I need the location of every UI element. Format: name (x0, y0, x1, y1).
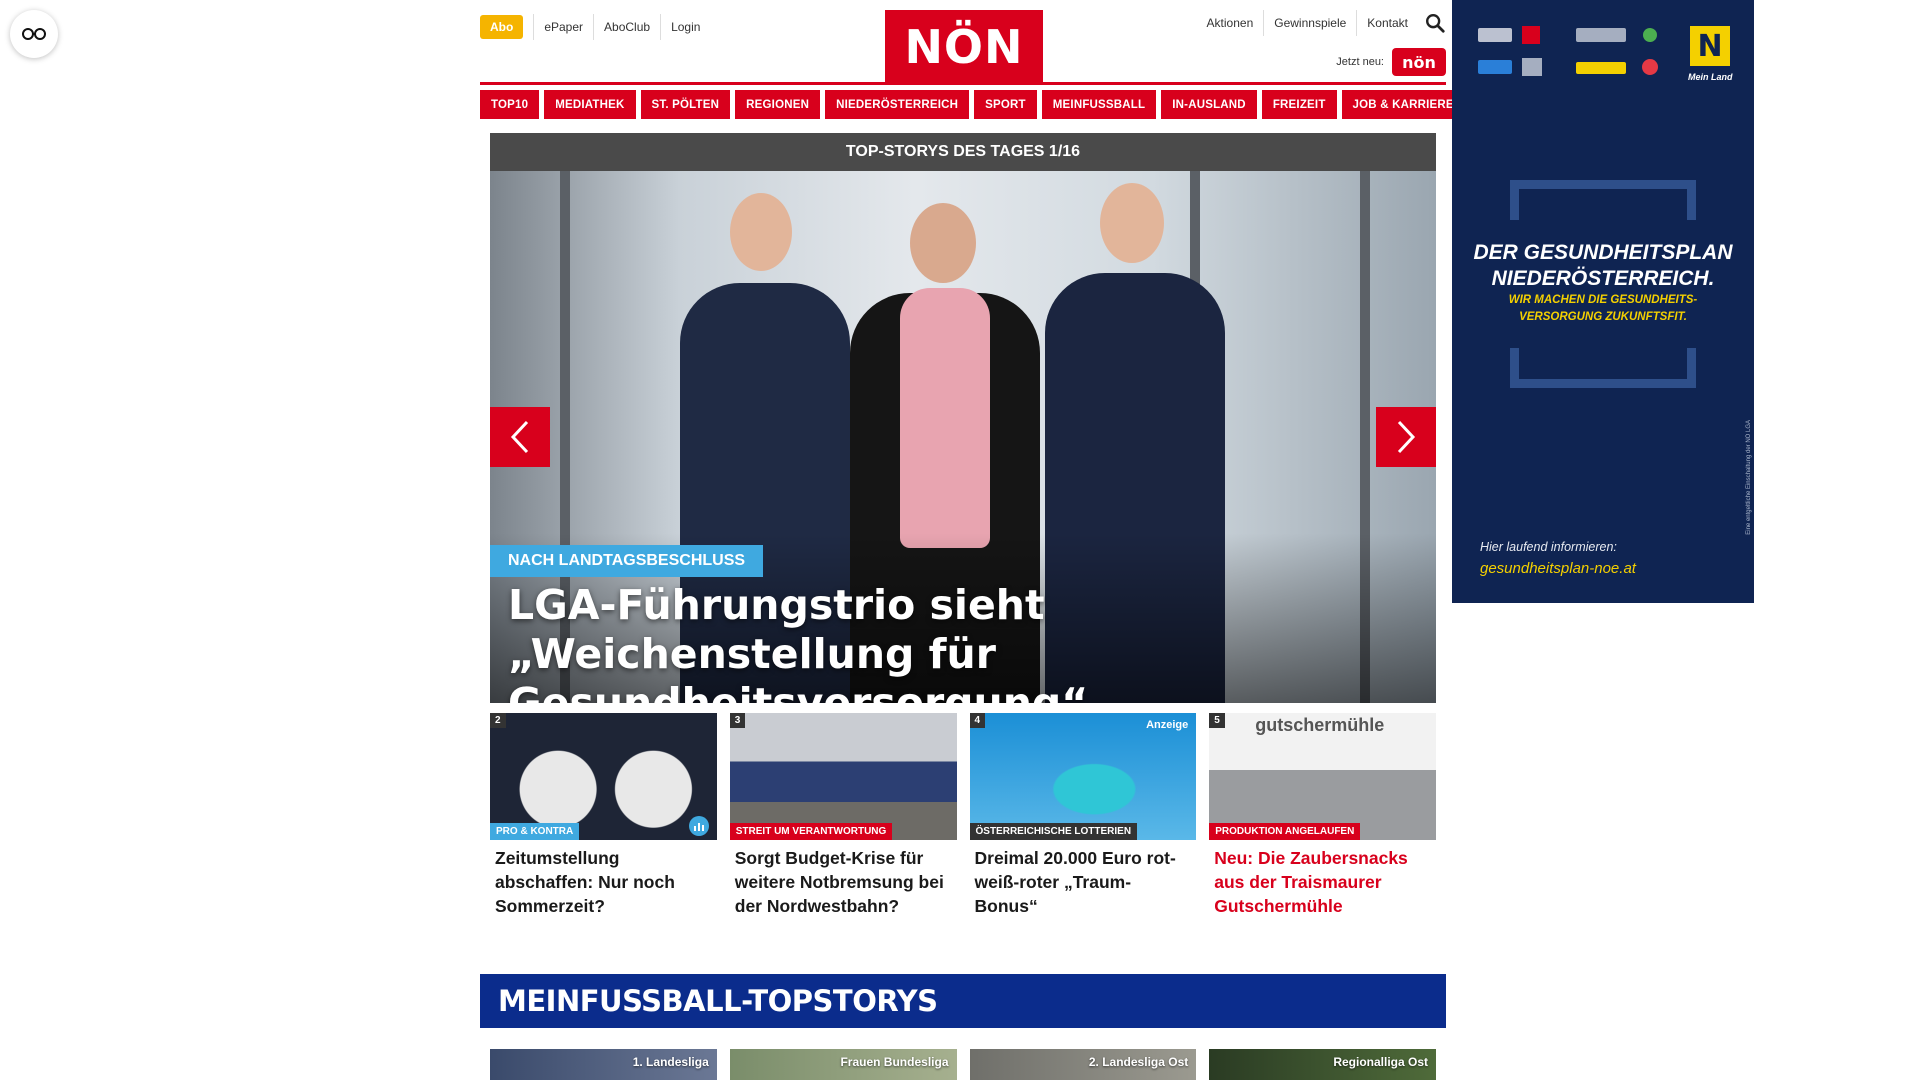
nav-item-niederoesterreich[interactable]: NIEDERÖSTERREICH (825, 90, 970, 119)
noen-logo[interactable]: NÖN (885, 10, 1043, 84)
right-links: Aktionen Gewinnspiele Kontakt (1197, 10, 1446, 36)
teaser-tag: PRODUKTION ANGELAUFEN (1209, 823, 1361, 840)
nav-item-mediathek[interactable]: MEDIATHEK (544, 90, 636, 119)
ad-url[interactable]: gesundheitsplan-noe.at (1480, 560, 1636, 577)
kontakt-link[interactable]: Kontakt (1356, 10, 1418, 36)
search-icon[interactable] (1424, 12, 1446, 34)
teaser-number: 3 (729, 713, 746, 728)
nav-item-top10[interactable]: TOP10 (480, 90, 540, 119)
teaser-tag: STREIT UM VERANTWORTUNG (729, 823, 893, 840)
carousel-next-button[interactable] (1376, 407, 1436, 467)
noe-n-logo: N (1690, 26, 1730, 66)
nav-item-job-karriere[interactable]: JOB & KARRIERE (1341, 90, 1465, 119)
teaser-number: 5 (1209, 713, 1225, 728)
ad-title-line: DER GESUNDHEITSPLAN (1473, 241, 1733, 264)
league-label: 1. Landesliga (632, 1055, 709, 1069)
teaser-title[interactable]: Sorgt Budget-Krise für weitere Notbremsu… (735, 846, 952, 918)
ad-subtitle-line: VERSORGUNG ZUKUNFTSFIT. (1519, 311, 1687, 323)
epaper-link[interactable]: ePaper (533, 14, 593, 40)
nav-item-in-ausland[interactable]: IN-AUSLAND (1161, 90, 1257, 119)
ad-subtitle-line: WIR MACHEN DIE GESUNDHEITS- (1508, 294, 1698, 306)
teaser-number: 4 (969, 713, 986, 728)
teaser-card[interactable]: 5 gutschermühle PRODUKTION ANGELAUFEN Ne… (1209, 713, 1436, 918)
gewinnspiele-link[interactable]: Gewinnspiele (1263, 10, 1356, 36)
nav-item-st-poelten[interactable]: ST. PÖLTEN (640, 90, 731, 119)
site-header: Abo ePaper AboClub Login NÖN Aktionen Ge… (480, 0, 1446, 85)
teaser-row: 2 PRO & KONTRA Zeitumstellung abschaffen… (490, 713, 1436, 918)
league-label: Regionalliga Ost (1333, 1055, 1428, 1069)
main-column: Abo ePaper AboClub Login NÖN Aktionen Ge… (480, 0, 1465, 1080)
story-kicker[interactable]: NACH LANDTAGSBESCHLUSS (490, 545, 764, 577)
nav-item-sport[interactable]: SPORT (974, 90, 1037, 119)
nav-item-freizeit[interactable]: FREIZEIT (1261, 90, 1337, 119)
football-card[interactable]: Frauen Bundesliga (729, 1049, 957, 1080)
story-headline[interactable]: LGA-Führungstrio sieht „Weichenstellung … (508, 581, 1418, 703)
gesundheitsplan-ad[interactable]: N Mein Land DER GESUNDHEITSPLAN NIEDERÖS… (1452, 0, 1754, 603)
aboclub-link[interactable]: AboClub (593, 14, 660, 40)
teaser-card[interactable]: 4 Anzeige ÖSTERREICHISCHE LOTTERIEN Drei… (969, 713, 1197, 918)
teaser-tag: PRO & KONTRA (490, 823, 580, 840)
teaser-image: 4 Anzeige ÖSTERREICHISCHE LOTTERIEN (969, 713, 1197, 840)
teaser-title[interactable]: Zeitumstellung abschaffen: Nur noch Somm… (495, 846, 712, 918)
ad-bracket-top (1510, 180, 1696, 220)
login-link[interactable]: Login (660, 14, 710, 40)
teaser-image: 3 STREIT UM VERANTWORTUNG (729, 713, 957, 840)
ad-bracket-bottom (1510, 348, 1696, 388)
chevron-left-icon (510, 420, 529, 454)
teaser-number: 2 (490, 713, 506, 728)
ad-title-line: NIEDERÖSTERREICH. (1491, 267, 1715, 290)
meinfussball-row: 1. Landesliga Frauen Bundesliga 2. Lande… (490, 1049, 1436, 1080)
nav-item-regionen[interactable]: REGIONEN (735, 90, 821, 119)
teaser-card[interactable]: 2 PRO & KONTRA Zeitumstellung abschaffen… (490, 713, 717, 918)
football-card[interactable]: Regionalliga Ost (1209, 1049, 1436, 1080)
jetzt-neu-label: Jetzt neu: (1336, 56, 1384, 68)
main-nav: TOP10 MEDIATHEK ST. PÖLTEN REGIONEN NIED… (480, 90, 1465, 119)
carousel-slide[interactable]: NACH LANDTAGSBESCHLUSS LGA-Führungstrio … (490, 171, 1436, 703)
ad-title: DER GESUNDHEITSPLAN NIEDERÖSTERREICH. (1452, 240, 1754, 292)
league-label: 2. Landesliga Ost (1088, 1055, 1189, 1069)
carousel-prev-button[interactable] (490, 407, 550, 467)
chevron-right-icon (1397, 420, 1416, 454)
ad-info-text: Hier laufend informieren: (1480, 540, 1617, 554)
teaser-tag: ÖSTERREICHISCHE LOTTERIEN (969, 823, 1138, 840)
league-label: Frauen Bundesliga (840, 1055, 949, 1069)
ad-subtitle: WIR MACHEN DIE GESUNDHEITS- VERSORGUNG Z… (1452, 292, 1754, 326)
abo-button[interactable]: Abo (480, 15, 524, 39)
teaser-image: 2 PRO & KONTRA (490, 713, 717, 840)
aktionen-link[interactable]: Aktionen (1197, 10, 1264, 36)
teaser-title[interactable]: Dreimal 20.000 Euro rot-weiß-roter „Trau… (975, 846, 1192, 918)
poll-icon (688, 816, 709, 836)
kleine-noen-logo[interactable]: nön (1392, 48, 1446, 76)
football-card[interactable]: 2. Landesliga Ost (969, 1049, 1197, 1080)
top-links: Abo ePaper AboClub Login (480, 14, 710, 40)
jetzt-neu: Jetzt neu: nön (1336, 48, 1446, 76)
ad-disclaimer: Eine entgeltliche Einschaltung der NÖ LG… (1746, 420, 1752, 535)
teaser-image: 5 gutschermühle PRODUKTION ANGELAUFEN (1209, 713, 1436, 840)
reader-mode-button[interactable] (10, 10, 58, 58)
nav-item-meinfussball[interactable]: MEINFUSSBALL (1041, 90, 1157, 119)
football-card[interactable]: 1. Landesliga (490, 1049, 717, 1080)
top-stories-carousel: TOP-STORYS DES TAGES 1/16 NACH LANDTAGSB… (490, 133, 1436, 703)
glasses-icon (22, 28, 46, 40)
section-heading[interactable]: MEINFUSSBALL-TOPSTORYS (480, 974, 1446, 1028)
mein-land-label: Mein Land (1688, 72, 1733, 82)
ad-badge: Anzeige (1146, 719, 1189, 731)
header-divider (480, 82, 1446, 85)
gutschermuehle-sign: gutschermühle (1255, 715, 1385, 735)
teaser-card[interactable]: 3 STREIT UM VERANTWORTUNG Sorgt Budget-K… (729, 713, 957, 918)
carousel-heading: TOP-STORYS DES TAGES 1/16 (490, 133, 1436, 171)
teaser-title[interactable]: Neu: Die Zaubersnacks aus der Traismaure… (1214, 846, 1431, 918)
